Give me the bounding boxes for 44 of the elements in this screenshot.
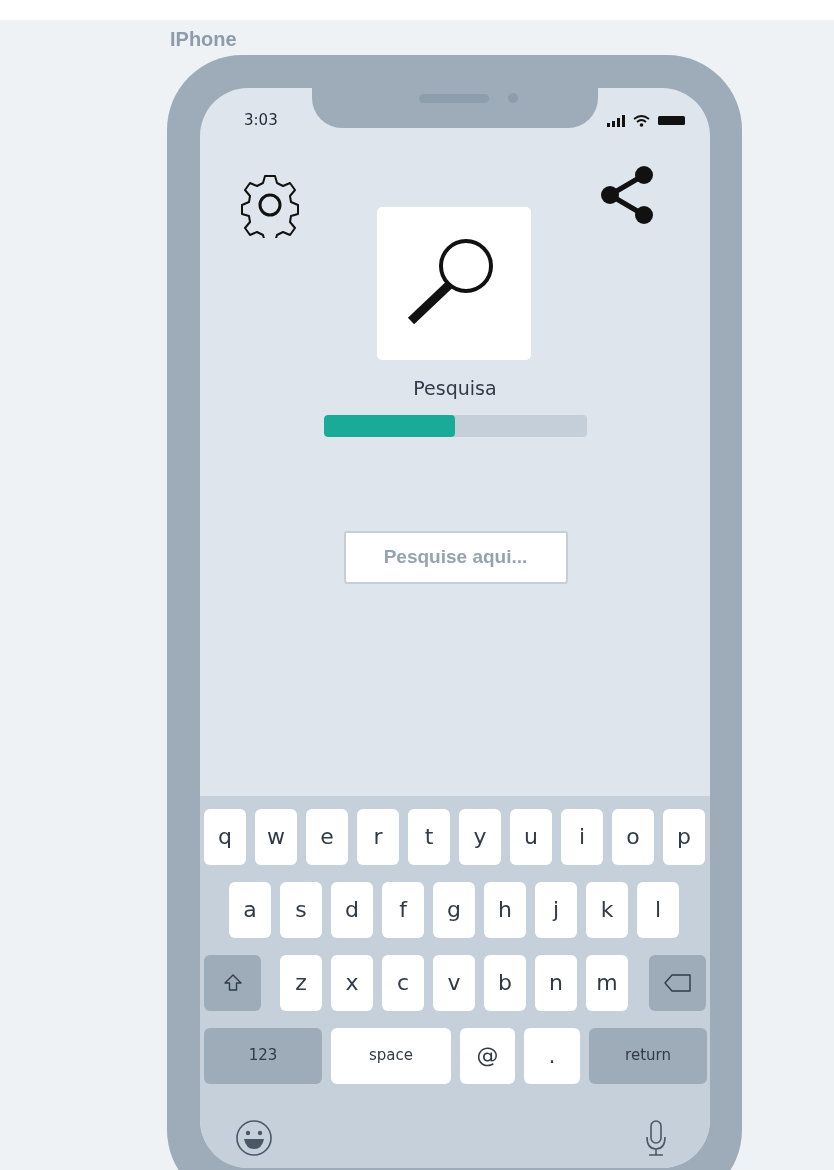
keyboard-key[interactable]: x — [331, 954, 373, 1011]
keyboard-key[interactable]: q — [204, 808, 246, 865]
keyboard-key[interactable]: l — [637, 881, 679, 938]
battery-icon — [658, 115, 685, 125]
keyboard-key[interactable]: y — [459, 808, 501, 865]
keyboard-key[interactable]: 123 — [204, 1027, 322, 1084]
keyboard-key[interactable]: z — [280, 954, 322, 1011]
keyboard-key[interactable]: s — [280, 881, 322, 938]
keyboard-key[interactable]: h — [484, 881, 526, 938]
keyboard-key[interactable]: t — [408, 808, 450, 865]
keyboard-key[interactable]: w — [255, 808, 297, 865]
keyboard-key[interactable]: b — [484, 954, 526, 1011]
feature-title: Pesquisa — [413, 376, 497, 401]
keyboard-key[interactable]: a — [229, 881, 271, 938]
keyboard-key[interactable]: c — [382, 954, 424, 1011]
keyboard-key[interactable]: return — [589, 1027, 707, 1084]
signal-icon — [607, 113, 625, 127]
keyboard-key[interactable]: j — [535, 881, 577, 938]
shift-icon — [222, 972, 243, 993]
keyboard-key[interactable]: o — [612, 808, 654, 865]
keyboard-key[interactable]: i — [561, 808, 603, 865]
search-field[interactable]: Pesquise aqui... — [343, 530, 568, 584]
keyboard-key[interactable]: g — [433, 881, 475, 938]
keyboard-key[interactable]: p — [663, 808, 705, 865]
keyboard-key[interactable]: u — [510, 808, 552, 865]
keyboard-key[interactable]: v — [433, 954, 475, 1011]
keyboard-key[interactable]: k — [586, 881, 628, 938]
keyboard-key[interactable]: m — [586, 954, 628, 1011]
keyboard-key[interactable]: @ — [460, 1027, 515, 1084]
keyboard-key[interactable]: f — [382, 881, 424, 938]
keyboard-key[interactable]: d — [331, 881, 373, 938]
backspace-icon — [662, 972, 693, 993]
frame-label: IPhone — [170, 27, 238, 52]
keyboard-key[interactable]: e — [306, 808, 348, 865]
shift-key[interactable] — [204, 954, 261, 1011]
status-time: 3:03 — [244, 109, 278, 131]
emoji-icon[interactable] — [235, 1118, 273, 1157]
keyboard-key[interactable]: r — [357, 808, 399, 865]
keyboard-key[interactable]: . — [524, 1027, 580, 1084]
backspace-key[interactable] — [649, 954, 706, 1011]
microphone-icon[interactable] — [644, 1118, 668, 1157]
wifi-icon — [633, 113, 650, 127]
keyboard-key[interactable]: n — [535, 954, 577, 1011]
space-key[interactable]: space — [331, 1027, 451, 1084]
